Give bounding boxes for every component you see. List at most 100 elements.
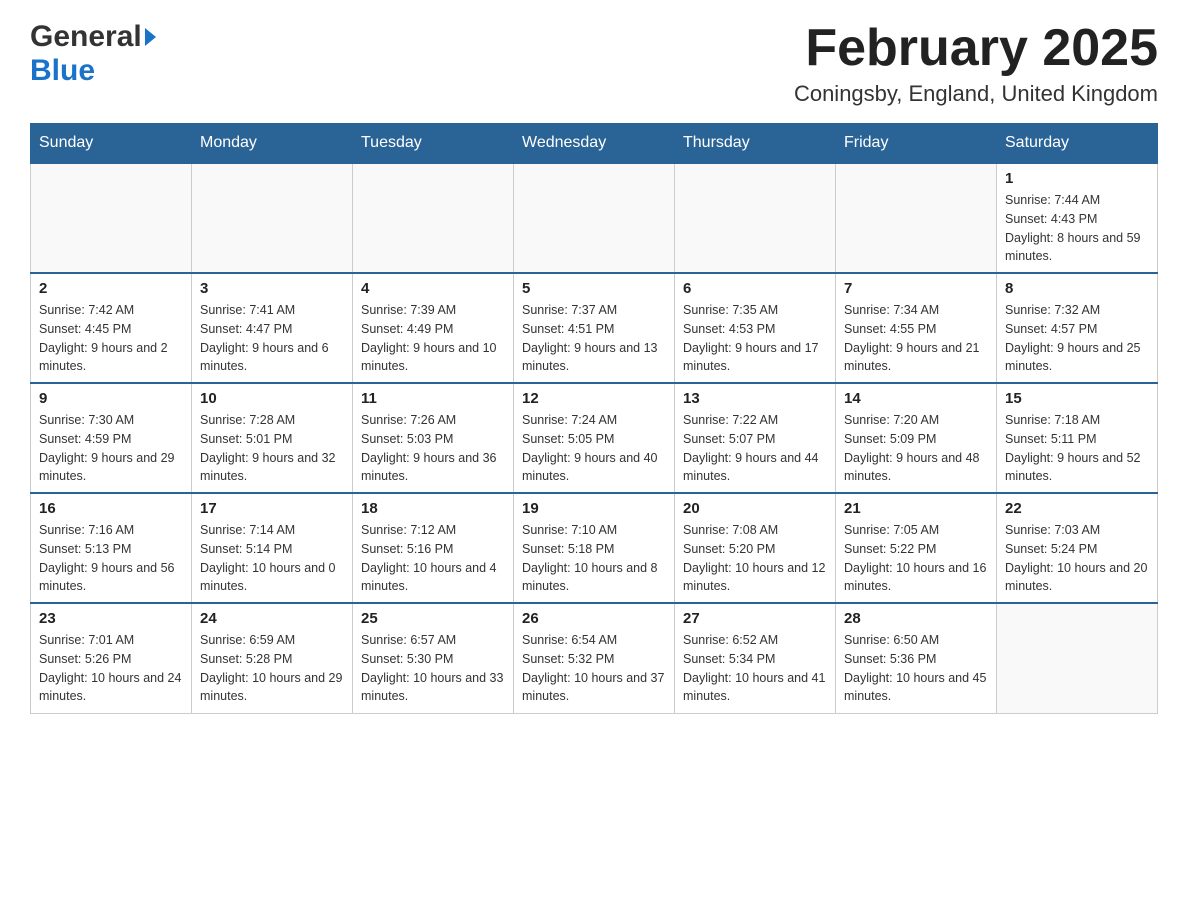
day-number: 2 [39,280,183,297]
day-cell: 17 Sunrise: 7:14 AMSunset: 5:14 PMDayligh… [192,493,353,603]
week-row-2: 2 Sunrise: 7:42 AMSunset: 4:45 PMDaylight… [31,273,1158,383]
day-number: 24 [200,610,344,627]
day-cell: 27 Sunrise: 6:52 AMSunset: 5:34 PMDayligh… [675,603,836,713]
day-info: Sunrise: 7:35 AMSunset: 4:53 PMDaylight:… [683,301,827,376]
col-header-tuesday: Tuesday [353,124,514,164]
logo-line1: General [30,20,156,54]
day-info: Sunrise: 6:59 AMSunset: 5:28 PMDaylight:… [200,631,344,706]
day-number: 4 [361,280,505,297]
title-block: February 2025 Coningsby, England, United… [794,20,1158,107]
day-cell: 10 Sunrise: 7:28 AMSunset: 5:01 PMDayligh… [192,383,353,493]
day-number: 10 [200,390,344,407]
day-number: 23 [39,610,183,627]
day-number: 25 [361,610,505,627]
logo-arrow-icon [145,28,156,46]
day-cell: 14Sunrise: 7:20 AMSunset: 5:09 PMDayligh… [836,383,997,493]
day-info: Sunrise: 7:24 AMSunset: 5:05 PMDaylight:… [522,411,666,486]
day-number: 21 [844,500,988,517]
day-info: Sunrise: 7:39 AMSunset: 4:49 PMDaylight:… [361,301,505,376]
day-number: 17 [200,500,344,517]
day-info: Sunrise: 7:20 AMSunset: 5:09 PMDaylight:… [844,411,988,486]
page-title: February 2025 [794,20,1158,77]
day-info: Sunrise: 7:10 AMSunset: 5:18 PMDaylight:… [522,521,666,596]
day-number: 19 [522,500,666,517]
day-number: 5 [522,280,666,297]
day-number: 22 [1005,500,1149,517]
day-number: 6 [683,280,827,297]
day-cell: 12 Sunrise: 7:24 AMSunset: 5:05 PMDayligh… [514,383,675,493]
page-subtitle: Coningsby, England, United Kingdom [794,81,1158,107]
day-cell: 5 Sunrise: 7:37 AMSunset: 4:51 PMDaylight… [514,273,675,383]
day-info: Sunrise: 7:37 AMSunset: 4:51 PMDaylight:… [522,301,666,376]
day-cell: 19 Sunrise: 7:10 AMSunset: 5:18 PMDayligh… [514,493,675,603]
day-cell [836,163,997,273]
day-cell: 25 Sunrise: 6:57 AMSunset: 5:30 PMDayligh… [353,603,514,713]
day-number: 3 [200,280,344,297]
logo-line2: Blue [30,54,95,88]
calendar-table: SundayMondayTuesdayWednesdayThursdayFrid… [30,123,1158,714]
day-info: Sunrise: 7:42 AMSunset: 4:45 PMDaylight:… [39,301,183,376]
day-info: Sunrise: 7:34 AMSunset: 4:55 PMDaylight:… [844,301,988,376]
day-info: Sunrise: 6:54 AMSunset: 5:32 PMDaylight:… [522,631,666,706]
day-cell: 7 Sunrise: 7:34 AMSunset: 4:55 PMDaylight… [836,273,997,383]
day-info: Sunrise: 7:44 AMSunset: 4:43 PMDaylight:… [1005,191,1149,266]
day-cell: 15 Sunrise: 7:18 AMSunset: 5:11 PMDayligh… [997,383,1158,493]
day-cell: 20Sunrise: 7:08 AMSunset: 5:20 PMDayligh… [675,493,836,603]
week-row-1: 1 Sunrise: 7:44 AMSunset: 4:43 PMDaylight… [31,163,1158,273]
day-info: Sunrise: 7:08 AMSunset: 5:20 PMDaylight:… [683,521,827,596]
day-cell [353,163,514,273]
day-info: Sunrise: 6:52 AMSunset: 5:34 PMDaylight:… [683,631,827,706]
day-number: 26 [522,610,666,627]
day-info: Sunrise: 7:32 AMSunset: 4:57 PMDaylight:… [1005,301,1149,376]
day-cell: 21 Sunrise: 7:05 AMSunset: 5:22 PMDayligh… [836,493,997,603]
day-number: 11 [361,390,505,407]
day-cell: 6 Sunrise: 7:35 AMSunset: 4:53 PMDaylight… [675,273,836,383]
day-cell: 2 Sunrise: 7:42 AMSunset: 4:45 PMDaylight… [31,273,192,383]
week-row-3: 9Sunrise: 7:30 AMSunset: 4:59 PMDaylight… [31,383,1158,493]
day-cell: 1 Sunrise: 7:44 AMSunset: 4:43 PMDaylight… [997,163,1158,273]
day-info: Sunrise: 7:28 AMSunset: 5:01 PMDaylight:… [200,411,344,486]
page-header: General Blue February 2025 Coningsby, En… [30,20,1158,107]
day-info: Sunrise: 7:16 AMSunset: 5:13 PMDaylight:… [39,521,183,596]
day-number: 1 [1005,170,1149,187]
day-number: 15 [1005,390,1149,407]
day-number: 8 [1005,280,1149,297]
day-cell [514,163,675,273]
day-info: Sunrise: 6:57 AMSunset: 5:30 PMDaylight:… [361,631,505,706]
day-cell: 4 Sunrise: 7:39 AMSunset: 4:49 PMDaylight… [353,273,514,383]
day-cell: 28 Sunrise: 6:50 AMSunset: 5:36 PMDayligh… [836,603,997,713]
col-header-wednesday: Wednesday [514,124,675,164]
day-cell: 13 Sunrise: 7:22 AMSunset: 5:07 PMDayligh… [675,383,836,493]
day-cell: 24 Sunrise: 6:59 AMSunset: 5:28 PMDayligh… [192,603,353,713]
day-number: 28 [844,610,988,627]
day-info: Sunrise: 7:26 AMSunset: 5:03 PMDaylight:… [361,411,505,486]
day-info: Sunrise: 7:18 AMSunset: 5:11 PMDaylight:… [1005,411,1149,486]
day-info: Sunrise: 6:50 AMSunset: 5:36 PMDaylight:… [844,631,988,706]
day-info: Sunrise: 7:22 AMSunset: 5:07 PMDaylight:… [683,411,827,486]
day-number: 16 [39,500,183,517]
calendar-header-row: SundayMondayTuesdayWednesdayThursdayFrid… [31,124,1158,164]
week-row-4: 16 Sunrise: 7:16 AMSunset: 5:13 PMDayligh… [31,493,1158,603]
day-cell: 9Sunrise: 7:30 AMSunset: 4:59 PMDaylight… [31,383,192,493]
day-cell: 8 Sunrise: 7:32 AMSunset: 4:57 PMDaylight… [997,273,1158,383]
logo-blue-text: Blue [30,54,95,87]
day-number: 12 [522,390,666,407]
day-info: Sunrise: 7:14 AMSunset: 5:14 PMDaylight:… [200,521,344,596]
logo-general-text: General [30,20,142,54]
day-cell [675,163,836,273]
day-cell: 22Sunrise: 7:03 AMSunset: 5:24 PMDayligh… [997,493,1158,603]
week-row-5: 23 Sunrise: 7:01 AMSunset: 5:26 PMDayligh… [31,603,1158,713]
day-cell: 3Sunrise: 7:41 AMSunset: 4:47 PMDaylight… [192,273,353,383]
day-number: 27 [683,610,827,627]
day-number: 13 [683,390,827,407]
day-info: Sunrise: 7:30 AMSunset: 4:59 PMDaylight:… [39,411,183,486]
day-cell: 11 Sunrise: 7:26 AMSunset: 5:03 PMDayligh… [353,383,514,493]
day-cell [997,603,1158,713]
day-info: Sunrise: 7:05 AMSunset: 5:22 PMDaylight:… [844,521,988,596]
day-info: Sunrise: 7:01 AMSunset: 5:26 PMDaylight:… [39,631,183,706]
day-number: 18 [361,500,505,517]
day-cell: 26 Sunrise: 6:54 AMSunset: 5:32 PMDayligh… [514,603,675,713]
day-number: 7 [844,280,988,297]
col-header-thursday: Thursday [675,124,836,164]
col-header-monday: Monday [192,124,353,164]
